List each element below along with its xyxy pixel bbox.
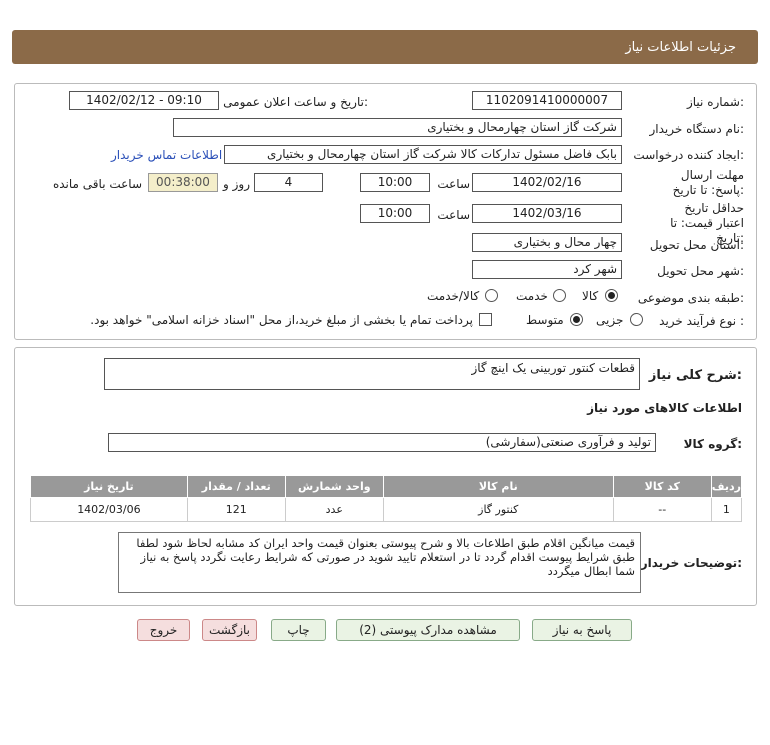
group-label: گروه کالا: bbox=[683, 437, 742, 451]
page-header: جزئیات اطلاعات نیاز bbox=[12, 30, 758, 64]
buyer-org-field: شرکت گاز استان چهارمحال و بختیاری bbox=[173, 118, 622, 137]
category-option-service: خدمت bbox=[516, 289, 548, 303]
items-section-title: اطلاعات کالاهای مورد نیاز bbox=[587, 401, 742, 415]
view-attachments-button[interactable]: مشاهده مدارک پیوستی (2) bbox=[336, 619, 520, 641]
cell-quantity: 121 bbox=[186, 497, 286, 522]
need-number-field: 1102091410000007 bbox=[472, 91, 622, 110]
category-label: طبقه بندی موضوعی: bbox=[637, 291, 744, 305]
days-field: 4 bbox=[254, 173, 323, 192]
buyer-notes-label: توضیحات خریدار: bbox=[640, 556, 742, 570]
validity-time-label: ساعت bbox=[437, 208, 470, 222]
announce-field: 1402/02/12 - 09:10 bbox=[69, 91, 219, 110]
delivery-province-label: استان محل تحویل: bbox=[649, 238, 744, 252]
remaining-label: ساعت باقی مانده bbox=[52, 177, 142, 191]
deadline-time-label: ساعت bbox=[437, 177, 470, 191]
category-radio-goods-service[interactable] bbox=[485, 289, 498, 302]
remaining-time-field: 00:38:00 bbox=[148, 173, 218, 192]
process-option-medium: متوسط bbox=[526, 313, 564, 327]
col-need-date: تاریخ نیاز bbox=[30, 475, 188, 498]
treasury-payment-note: پرداخت تمام یا بخشی از مبلغ خرید،از محل … bbox=[90, 313, 473, 327]
cell-name: کنتور گاز bbox=[382, 497, 614, 522]
process-radio-medium[interactable] bbox=[570, 313, 583, 326]
process-radio-minor[interactable] bbox=[630, 313, 643, 326]
cell-unit: عدد bbox=[284, 497, 384, 522]
deadline-date-field: 1402/02/16 bbox=[472, 173, 622, 192]
items-table-header: ردیف کد کالا نام کالا واحد شمارش تعداد /… bbox=[30, 475, 743, 498]
process-label: نوع فرآیند خرید : bbox=[659, 314, 744, 328]
requester-label: ایجاد کننده درخواست: bbox=[633, 148, 744, 162]
category-option-goods-service: کالا/خدمت bbox=[427, 289, 480, 303]
buyer-org-label: نام دستگاه خریدار: bbox=[649, 122, 745, 136]
days-label: روز و bbox=[223, 177, 250, 191]
delivery-city-label: شهر محل تحویل: bbox=[657, 264, 744, 278]
summary-field: قطعات کنتور توربینی یک اینچ گاز bbox=[104, 358, 640, 390]
col-unit: واحد شمارش bbox=[284, 475, 384, 498]
category-option-goods: کالا bbox=[582, 289, 599, 303]
delivery-city-field: شهر کرد bbox=[472, 260, 622, 279]
reply-button[interactable]: پاسخ به نیاز bbox=[532, 619, 632, 641]
table-row: 1 -- کنتور گاز عدد 121 1402/03/06 bbox=[30, 497, 743, 522]
cell-code: -- bbox=[612, 497, 712, 522]
announce-label: تاریخ و ساعت اعلان عمومی: bbox=[223, 95, 368, 109]
category-radio-goods[interactable] bbox=[605, 289, 618, 302]
validity-time-field: 10:00 bbox=[360, 204, 430, 223]
col-row: ردیف bbox=[710, 475, 743, 498]
items-table: ردیف کد کالا نام کالا واحد شمارش تعداد /… bbox=[30, 475, 743, 522]
exit-button[interactable]: خروج bbox=[137, 619, 190, 641]
treasury-payment-checkbox[interactable] bbox=[479, 313, 492, 326]
need-number-label: شماره نیاز: bbox=[686, 95, 744, 109]
col-quantity: تعداد / مقدار bbox=[186, 475, 286, 498]
deadline-time-field: 10:00 bbox=[360, 173, 430, 192]
requester-field: بابک فاضل مسئول تدارکات کالا شرکت گاز اس… bbox=[224, 145, 622, 164]
buyer-notes-box: قیمت میانگین اقلام طبق اطلاعات بالا و شر… bbox=[118, 532, 641, 593]
print-button[interactable]: چاپ bbox=[271, 619, 326, 641]
back-button[interactable]: بازگشت bbox=[202, 619, 257, 641]
delivery-province-field: چهار محال و بختیاری bbox=[472, 233, 622, 252]
col-name: نام کالا bbox=[382, 475, 614, 498]
summary-label: شرح کلی نیاز: bbox=[648, 368, 742, 383]
validity-date-field: 1402/03/16 bbox=[472, 204, 622, 223]
col-code: کد کالا bbox=[612, 475, 712, 498]
cell-need-date: 1402/03/06 bbox=[30, 497, 188, 522]
page-title: جزئیات اطلاعات نیاز bbox=[625, 39, 736, 55]
contact-buyer-link[interactable]: اطلاعات تماس خریدار bbox=[111, 148, 222, 162]
deadline-label: مهلت ارسال پاسخ: تا تاریخ: bbox=[672, 168, 744, 197]
group-field: تولید و فرآوری صنعتی(سفارشی) bbox=[108, 433, 656, 452]
cell-row: 1 bbox=[710, 497, 743, 522]
category-radio-service[interactable] bbox=[553, 289, 566, 302]
process-option-minor: جزیی bbox=[596, 313, 624, 327]
